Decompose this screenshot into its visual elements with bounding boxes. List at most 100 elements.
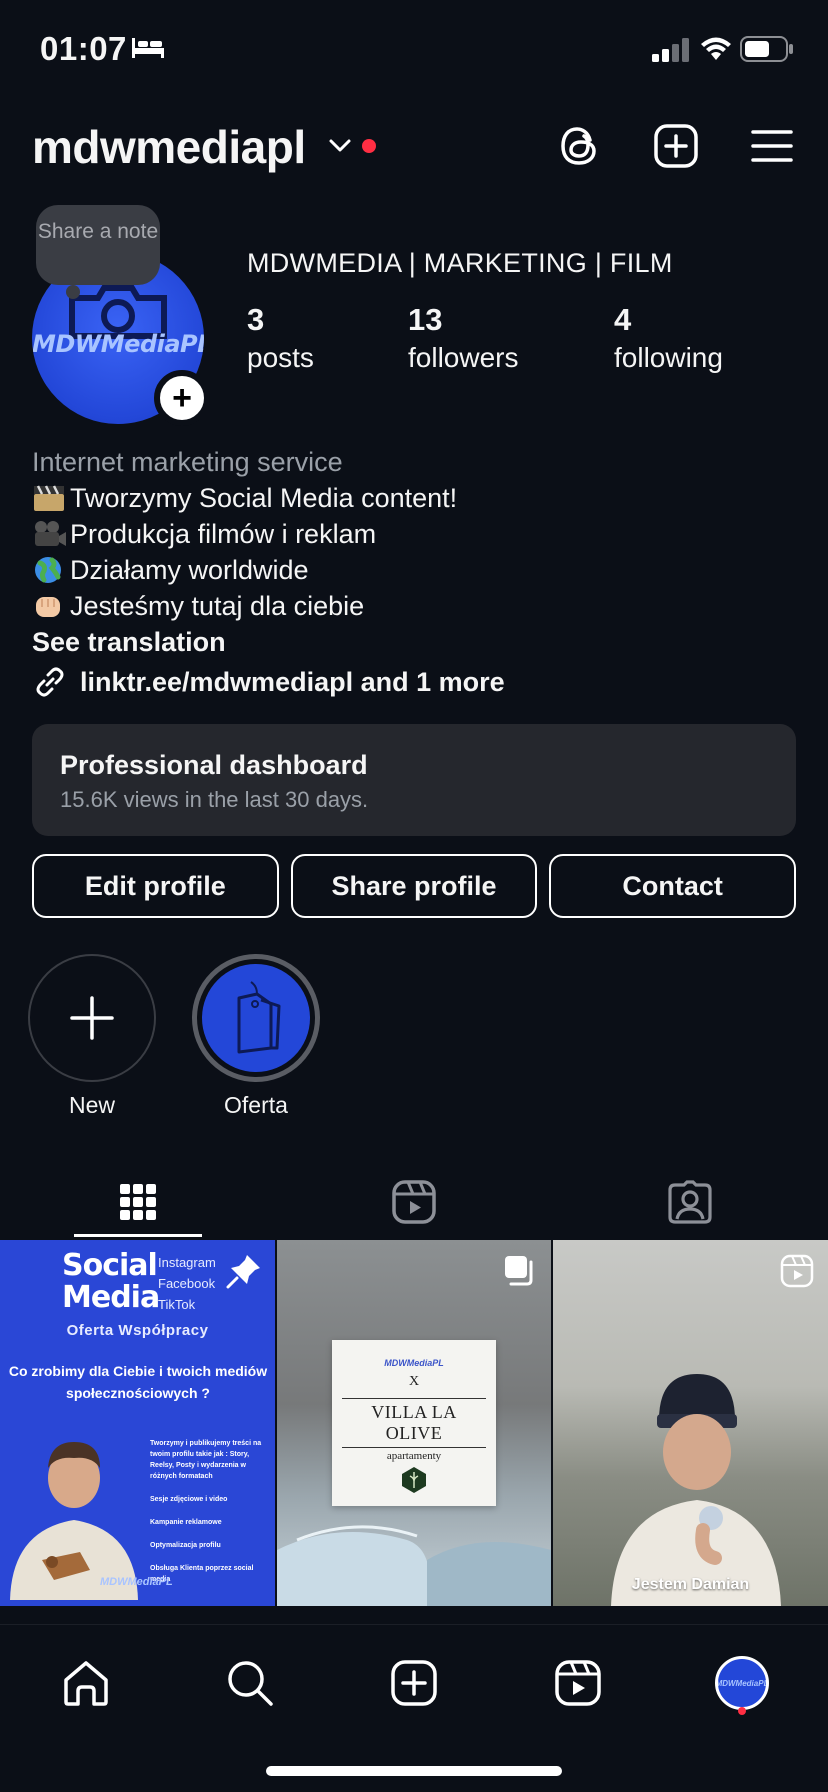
bio-line: Jesteśmy tutaj dla ciebie — [32, 588, 802, 624]
post-logo: MDWMediaPL — [384, 1358, 444, 1368]
unread-dot — [362, 139, 376, 153]
person-photo — [10, 1442, 138, 1600]
profile-avatar: MDWMediaPL — [715, 1656, 769, 1710]
threads-button[interactable] — [554, 122, 606, 174]
posts-count: 3 — [247, 302, 265, 337]
highlight-label: New — [68, 1092, 115, 1118]
post-title: Social Media — [62, 1248, 160, 1315]
followers-count: 13 — [408, 302, 443, 337]
bio-link-text: linktr.ee/mdwmediapl and 1 more — [80, 667, 505, 697]
following-label: following — [614, 342, 723, 373]
tab-tagged[interactable] — [658, 1170, 722, 1234]
nav-home[interactable] — [56, 1653, 116, 1713]
post-question: Co zrobimy dla Ciebie i twoich mediów sp… — [8, 1363, 268, 1401]
reel-icon — [780, 1254, 814, 1288]
plus-icon — [70, 996, 114, 1040]
post-title-line: Social — [62, 1248, 158, 1283]
username-switcher[interactable]: mdwmediapl — [32, 120, 306, 174]
menu-button[interactable] — [746, 122, 798, 174]
platform-label: TikTok — [158, 1297, 196, 1312]
bio-link[interactable]: linktr.ee/mdwmediapl and 1 more — [32, 664, 802, 700]
person-photo — [611, 1374, 781, 1606]
see-translation-link[interactable]: See translation — [32, 624, 802, 660]
post-platforms: Instagram Facebook TikTok — [158, 1252, 216, 1315]
nav-create[interactable] — [384, 1653, 444, 1713]
dashboard-title: Professional dashboard — [60, 750, 368, 780]
profile-notification-dot — [738, 1707, 746, 1715]
avatar-logo-text: MDWMediaPL — [32, 330, 204, 358]
create-plus-icon — [653, 123, 699, 174]
bio-line-text: Tworzymy Social Media content! — [70, 483, 458, 513]
following-count: 4 — [614, 302, 632, 337]
stat-posts: 3 posts — [247, 302, 314, 374]
menu-icon — [750, 126, 794, 171]
bed-icon — [130, 36, 166, 65]
bio-category: Internet marketing service — [32, 447, 343, 477]
stat-followers[interactable]: 13 followers — [408, 302, 518, 374]
highlight-oferta[interactable]: Oferta — [192, 954, 320, 1119]
share-profile-button[interactable]: Share profile — [290, 854, 538, 918]
chevron-down-icon[interactable] — [328, 138, 352, 159]
grid-icon — [120, 1184, 156, 1220]
bio-line-text: Działamy worldwide — [70, 555, 309, 585]
wifi-icon — [700, 36, 732, 67]
post-tile[interactable]: MDWMediaPL X VILLA LA OLIVE apartamenty — [277, 1240, 551, 1606]
posts-grid: Social Media Instagram Facebook TikTok O… — [0, 1240, 828, 1606]
post-title-line: Media — [62, 1280, 160, 1315]
globe-emoji-icon — [35, 557, 61, 583]
create-icon — [391, 1660, 437, 1706]
create-button[interactable] — [650, 122, 702, 174]
post-x-text: X — [408, 1374, 420, 1389]
bio-line-text: Jesteśmy tutaj dla ciebie — [70, 591, 365, 621]
pin-icon — [226, 1255, 260, 1289]
post-logo: MDWMediaPL — [100, 1576, 173, 1588]
contact-button[interactable]: Contact — [549, 854, 797, 918]
post-brand-sub: apartamenty — [386, 1450, 442, 1462]
share-note-label: Share a note — [37, 220, 159, 243]
highlight-new[interactable]: New — [28, 954, 156, 1119]
post-brand-card: MDWMediaPL X VILLA LA OLIVE apartamenty — [332, 1340, 496, 1506]
signal-icon — [652, 38, 690, 67]
highlight-new-ring — [28, 954, 156, 1082]
link-icon — [36, 667, 64, 697]
post-services-list: Tworzymy i publikujemy treści na twoim p… — [150, 1438, 274, 1597]
tab-posts-grid[interactable] — [106, 1170, 170, 1234]
reels-icon — [392, 1180, 436, 1224]
platform-label: Facebook — [158, 1276, 216, 1291]
threads-icon — [557, 123, 603, 174]
tagged-person-icon — [668, 1180, 712, 1224]
price-tag-icon — [237, 981, 281, 1054]
nav-profile[interactable]: MDWMediaPL — [712, 1653, 772, 1713]
clapperboard-emoji-icon — [34, 485, 64, 511]
bio-line: Działamy worldwide — [32, 552, 802, 588]
profile-header: mdwmediapl — [0, 112, 828, 182]
edit-profile-button[interactable]: Edit profile — [32, 854, 279, 918]
bio-line: Produkcja filmów i reklam — [32, 516, 802, 552]
service-item: Sesje zdjęciowe i video — [150, 1496, 228, 1503]
active-tab-indicator — [74, 1234, 202, 1237]
dashboard-subtitle: 15.6K views in the last 30 days. — [60, 787, 369, 812]
profile-tabs — [0, 1160, 828, 1240]
post-caption: Jestem Damian — [631, 1576, 750, 1593]
olive-logo-icon — [402, 1467, 426, 1493]
followers-label: followers — [408, 342, 519, 373]
fist-bump-emoji-icon — [36, 597, 60, 617]
bio: Internet marketing service Tworzymy Soci… — [32, 444, 802, 700]
post-tile[interactable]: Social Media Instagram Facebook TikTok O… — [0, 1240, 275, 1606]
service-item: Kampanie reklamowe — [150, 1519, 222, 1526]
nav-search[interactable] — [220, 1653, 280, 1713]
bed-photo — [277, 1525, 551, 1606]
highlight-label: Oferta — [224, 1092, 288, 1118]
platform-label: Instagram — [158, 1255, 216, 1270]
status-bar: 01:07 — [0, 0, 828, 100]
nav-avatar-text: MDWMediaPL — [715, 1678, 769, 1688]
home-indicator — [266, 1766, 562, 1776]
tab-reels[interactable] — [382, 1170, 446, 1234]
display-name: MDWMEDIA | MARKETING | FILM — [247, 248, 673, 278]
add-story-button[interactable]: + — [154, 370, 210, 426]
post-tile[interactable]: Jestem Damian — [553, 1240, 828, 1606]
share-note-bubble[interactable]: Share a note — [36, 205, 160, 299]
professional-dashboard[interactable]: Professional dashboard 15.6K views in th… — [32, 724, 796, 836]
stat-following[interactable]: 4 following — [614, 302, 723, 374]
nav-reels[interactable] — [548, 1653, 608, 1713]
